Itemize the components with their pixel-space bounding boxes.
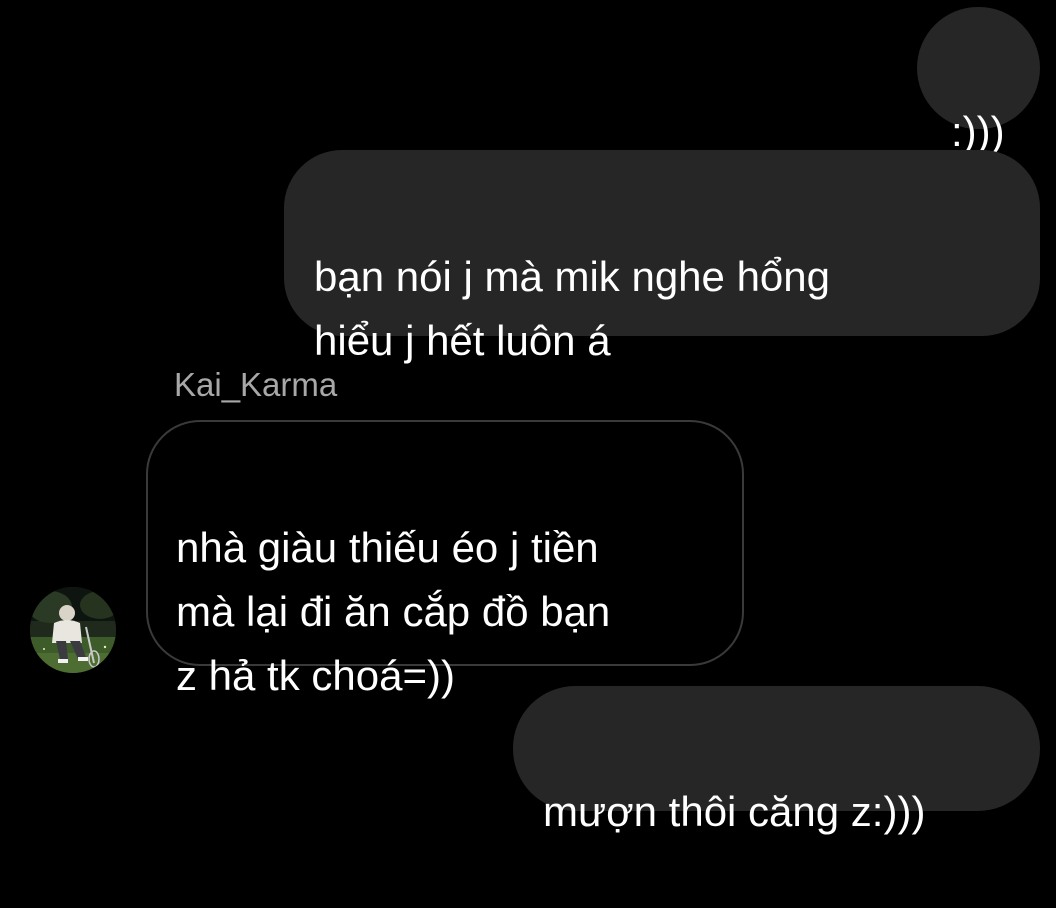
outgoing-message-bubble[interactable]: :))) [917,7,1040,155]
message-text: mượn thôi căng z:))) [543,788,926,835]
outgoing-message-bubble[interactable]: mượn thôi căng z:))) [513,686,1040,835]
message-text: nhà giàu thiếu éo j tiền mà lại đi ăn cắ… [176,524,611,699]
outgoing-message-bubble[interactable]: bạn nói j mà mik nghe hổng hiểu j hết lu… [284,150,1040,364]
message-text: bạn nói j mà mik nghe hổng hiểu j hết lu… [314,253,830,364]
message-thread: :))) bạn nói j mà mik nghe hổng hiểu j h… [0,0,1056,835]
sender-name: Kai_Karma [174,366,338,403]
incoming-message-bubble[interactable]: nhà giàu thiếu éo j tiền mà lại đi ăn cắ… [146,420,744,699]
user-photo-avatar[interactable] [30,587,116,673]
